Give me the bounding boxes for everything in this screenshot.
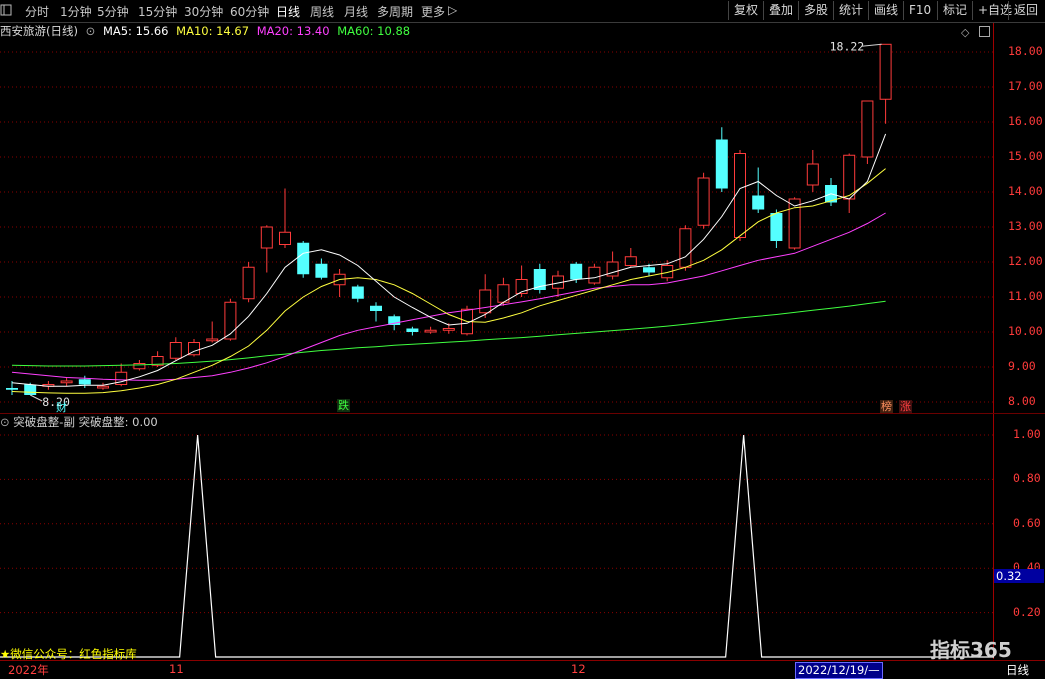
candle-up [697,177,710,226]
candle-up [479,289,492,314]
indicator-info-line: ⊙ 突破盘整-副 突破盘整: 0.00 [0,414,158,430]
period-more[interactable]: 更多 [421,3,445,20]
indicator-current-value: 0.32 [994,569,1044,583]
mark-button[interactable]: 标记 [937,1,972,20]
indicator-tick-label: 0.80 [1013,471,1041,486]
candle-up [206,338,219,342]
marker-list[interactable]: 榜 [880,400,893,413]
period-15min[interactable]: 15分钟 [138,3,177,20]
back-button[interactable]: 返回 [1008,1,1043,20]
indicator-tick-label: 1.00 [1013,427,1041,441]
indicator-title: 突破盘整-副 [13,415,75,429]
candle-up [734,153,746,238]
candlestick-chart[interactable]: 18.228.20 [0,40,994,412]
date-axis: 2022年 11 12 2022/12/19/— 日线 [0,660,1045,679]
marker-rise[interactable]: 涨 [899,400,912,413]
statistics-button[interactable]: 统计 [833,1,868,20]
marker-fall[interactable]: 跌 [337,399,350,412]
candle-up [679,228,692,268]
date-label-dec: 12 [571,662,586,676]
candle-up [424,329,437,333]
candle-up [624,256,637,266]
stock-title: 西安旅游(日线) [0,24,78,38]
ma-info-line: 西安旅游(日线) ⊙ MA5: 15.66 MA10: 14.67 MA20: … [0,23,414,40]
candle-down [6,388,18,390]
price-tick-label: 17.00 [1008,79,1043,93]
period-5min[interactable]: 5分钟 [97,3,129,20]
period-60min[interactable]: 60分钟 [230,3,269,20]
candle-up [588,266,601,284]
candle-down [406,328,419,332]
diamond-icon[interactable]: ◇ [961,26,969,39]
ma5-line [11,133,887,387]
candle-up [97,385,109,389]
period-label[interactable]: 日线 [1006,662,1029,678]
candle-up [60,380,73,384]
price-tick-label: 12.00 [1008,254,1043,268]
candle-up [442,328,455,331]
date-label-nov: 11 [169,662,184,676]
candle-up [260,226,273,249]
date-label-year: 2022年 [8,663,49,677]
candle-down [351,286,364,299]
indicator-settings-icon[interactable]: ⊙ [0,415,10,429]
price-tick-label: 11.00 [1008,289,1043,303]
sidebar-toggle-icon[interactable] [0,4,12,16]
candle-down [370,305,382,311]
period-30min[interactable]: 30分钟 [184,3,223,20]
price-tick-label: 18.00 [1008,44,1043,58]
low-pointer [29,394,43,402]
candle-up [242,266,255,300]
draw-line-button[interactable]: 画线 [868,1,903,20]
price-tick-label: 8.00 [1008,394,1036,408]
candle-down [752,195,765,210]
candle-down [570,263,583,280]
period-intraday[interactable]: 分时 [25,3,49,20]
candle-down [24,384,37,395]
cursor-date: 2022/12/19/— [795,662,883,679]
period-daily[interactable]: 日线 [276,3,300,20]
candle-up [806,163,819,186]
price-tick-label: 10.00 [1008,324,1043,338]
candle-down [78,379,91,385]
high-price-label: 18.22 [830,40,865,53]
candle-up [879,43,892,100]
adjust-button[interactable]: 复权 [728,1,763,20]
candle-up [861,100,874,158]
watermark-logo: 指标365 [930,638,1012,662]
price-tick-label: 15.00 [1008,149,1043,163]
candle-up [169,342,182,359]
indicator-tick-label: 0.20 [1013,604,1041,619]
candle-up [279,231,291,245]
ma-settings-icon[interactable]: ⊙ [86,24,96,38]
price-tick-label: 9.00 [1008,359,1036,373]
indicator-tick-label: 0.60 [1013,515,1041,530]
candle-down [643,267,655,273]
indicator-chart[interactable] [0,430,994,660]
f10-button[interactable]: F10 [903,1,936,20]
ma60-value: MA60: 10.88 [337,24,411,38]
signal-line [0,434,994,658]
candle-down [315,263,328,278]
overlay-button[interactable]: 叠加 [763,1,798,20]
ma10-value: MA10: 14.67 [176,24,250,38]
candle-down [770,213,783,241]
price-tick-label: 16.00 [1008,114,1043,128]
price-tick-label: 14.00 [1008,184,1043,198]
period-monthly[interactable]: 月线 [344,3,368,20]
candle-down [715,139,728,189]
high-pointer [861,43,882,47]
period-1min[interactable]: 1分钟 [60,3,92,20]
multi-stock-button[interactable]: 多股 [798,1,833,20]
period-toolbar: 分时 1分钟 5分钟 15分钟 30分钟 60分钟 日线 周线 月线 多周期 更… [0,0,1045,23]
more-arrow-icon[interactable]: ▷ [448,3,457,17]
panel-corner-icon[interactable] [979,26,990,37]
period-multi[interactable]: 多周期 [377,3,413,20]
indicator-value: 突破盘整: 0.00 [78,415,158,429]
ma20-value: MA20: 13.40 [256,24,330,38]
period-weekly[interactable]: 周线 [310,3,334,20]
ma5-value: MA5: 15.66 [102,24,169,38]
candle-down [297,242,310,275]
price-tick-label: 13.00 [1008,219,1043,233]
